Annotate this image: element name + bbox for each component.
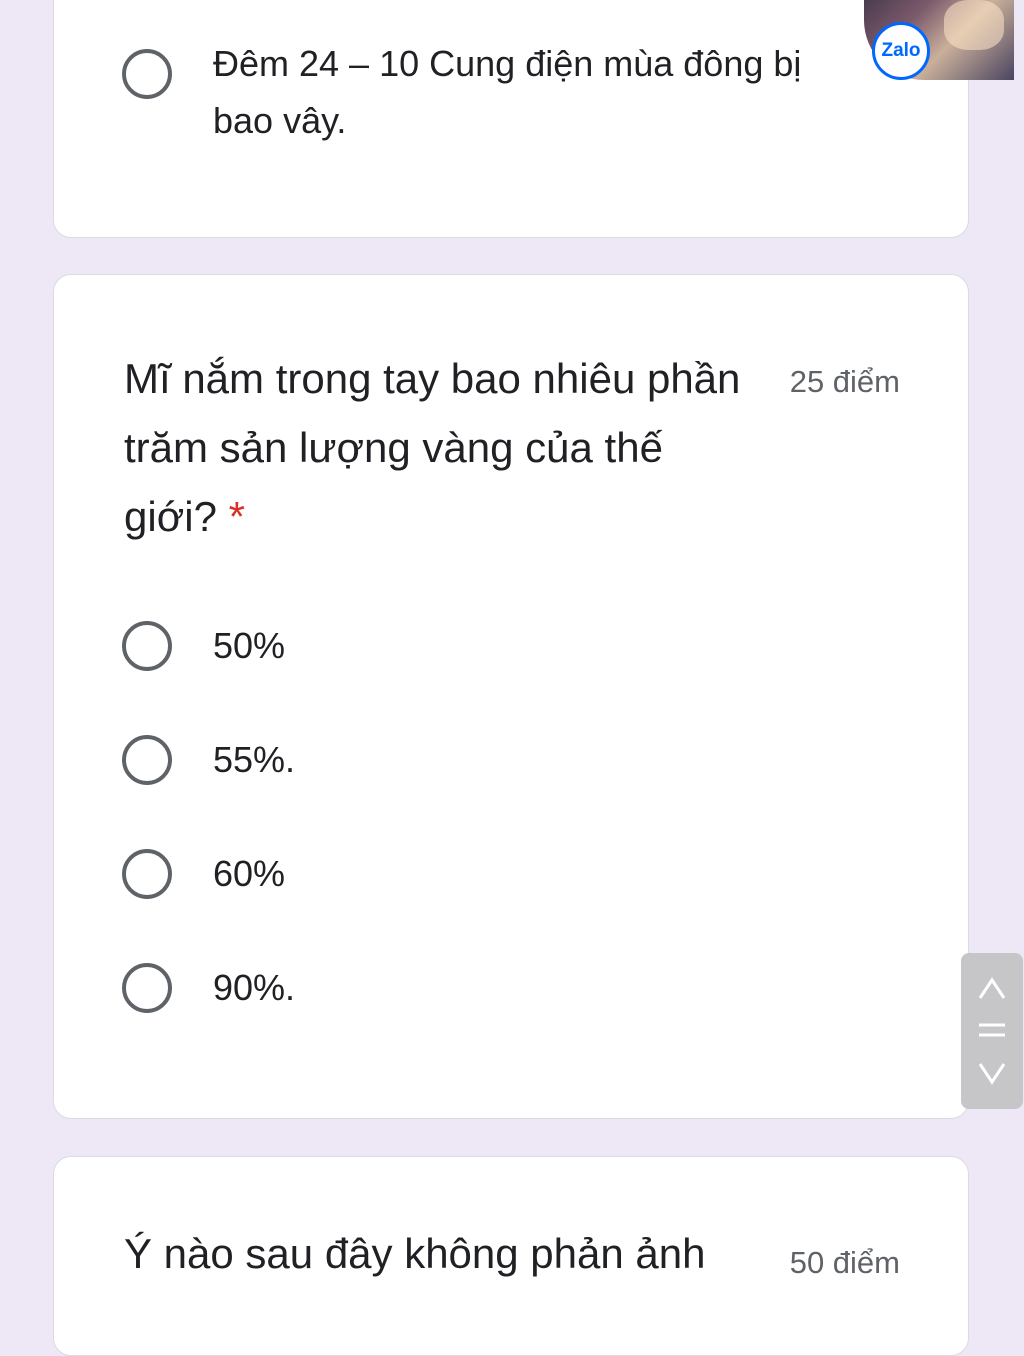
radio-unchecked-icon[interactable] <box>122 49 172 99</box>
chevron-up-icon[interactable] <box>961 971 1023 1005</box>
zalo-logo-icon[interactable]: Zalo <box>872 22 930 80</box>
drag-handle-icon[interactable] <box>961 1017 1023 1043</box>
radio-unchecked-icon[interactable] <box>122 849 172 899</box>
bubble-avatar-image <box>944 0 1004 50</box>
question-title: Mĩ nắm trong tay bao nhiêu phần trăm sản… <box>124 344 764 551</box>
radio-unchecked-icon[interactable] <box>122 621 172 671</box>
option-row[interactable]: Đêm 24 – 10 Cung điện mùa đông bị bao vâ… <box>122 35 853 149</box>
option-60[interactable]: 60% <box>122 849 285 902</box>
question-card: Mĩ nắm trong tay bao nhiêu phần trăm sản… <box>53 274 969 1119</box>
option-label: 50% <box>213 625 286 666</box>
radio-unchecked-icon[interactable] <box>122 963 172 1013</box>
chevron-down-icon[interactable] <box>961 1057 1023 1091</box>
option-label: 90%. <box>213 967 296 1008</box>
question-title-text: Mĩ nắm trong tay bao nhiêu phần trăm sản… <box>124 355 741 540</box>
points-label: 50 điểm <box>789 1245 900 1280</box>
option-label: 60% <box>213 853 286 894</box>
scroll-navigation[interactable] <box>961 953 1023 1109</box>
required-asterisk: * <box>228 493 245 540</box>
radio-unchecked-icon[interactable] <box>122 735 172 785</box>
question-title: Ý nào sau đây không phản ảnh <box>124 1230 706 1277</box>
zalo-label: Zalo <box>881 40 921 61</box>
option-50[interactable]: 50% <box>122 621 285 674</box>
option-90[interactable]: 90%. <box>122 963 295 1016</box>
option-label: 55%. <box>213 739 296 780</box>
next-question-card: Ý nào sau đây không phản ảnh 50 điểm <box>53 1156 969 1356</box>
option-label: Đêm 24 – 10 Cung điện mùa đông bị bao vâ… <box>213 43 802 141</box>
points-label: 25 điểm <box>789 364 900 399</box>
option-55[interactable]: 55%. <box>122 735 295 788</box>
previous-question-card: Đêm 24 – 10 Cung điện mùa đông bị bao vâ… <box>53 0 969 238</box>
